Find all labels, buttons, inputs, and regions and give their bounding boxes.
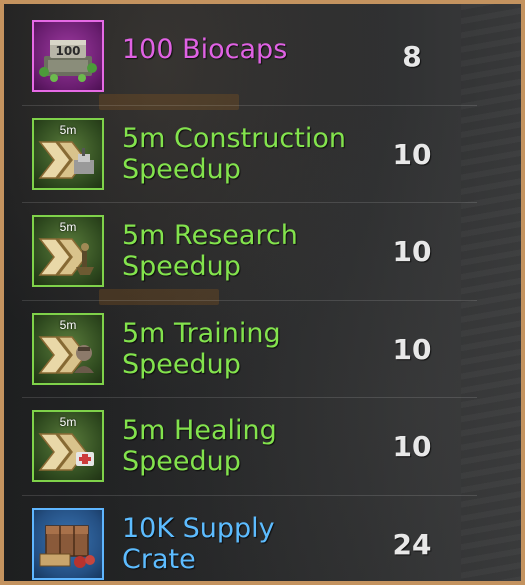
reward-quantity: 10 bbox=[392, 332, 432, 366]
reward-name-line2: Speedup bbox=[122, 446, 241, 477]
icon-label: 5m bbox=[59, 415, 77, 429]
construction-speedup-icon: 5m bbox=[32, 117, 104, 190]
icon-label: 5m bbox=[59, 220, 77, 234]
reward-list: 100 100 Biocaps 8 5m 5m Construction Spe… bbox=[22, 8, 477, 582]
reward-name: 5m Training Speedup bbox=[122, 318, 281, 380]
reward-quantity: 10 bbox=[392, 137, 432, 171]
reward-name-line1: 10K Supply bbox=[122, 512, 275, 544]
reward-name: 100 Biocaps bbox=[122, 34, 288, 65]
reward-quantity: 10 bbox=[392, 235, 432, 268]
reward-name-line1: 5m Construction bbox=[122, 122, 346, 154]
reward-row-training-speedup: 5m 5m Training Speedup 10 bbox=[22, 301, 477, 398]
icon-label: 5m bbox=[59, 122, 77, 137]
reward-quantity: 10 bbox=[392, 430, 432, 463]
reward-row-construction-speedup: 5m 5m Construction Speedup 10 bbox=[22, 106, 477, 203]
training-speedup-icon: 5m bbox=[32, 312, 104, 385]
reward-row-healing-speedup: 5m 5m Healing Speedup 10 bbox=[22, 398, 477, 496]
reward-name-line1: 5m Healing bbox=[122, 415, 277, 446]
reward-row-supply-crate: 10K Supply Crate 24 bbox=[22, 496, 477, 582]
reward-quantity: 24 bbox=[392, 527, 432, 561]
reward-row-research-speedup: 5m 5m Research Speedup 10 bbox=[22, 203, 477, 301]
icon-label: 100 bbox=[55, 44, 80, 58]
reward-name-line1: 5m Training bbox=[122, 317, 281, 349]
reward-name-line2: Speedup bbox=[122, 251, 241, 282]
reward-name: 5m Construction Speedup bbox=[122, 123, 346, 185]
reward-name-line2: Crate bbox=[122, 543, 196, 575]
biocaps-crate-icon: 100 bbox=[32, 20, 104, 92]
reward-name-line2: Speedup bbox=[122, 153, 241, 185]
reward-name-line2: Speedup bbox=[122, 348, 241, 380]
reward-row-biocaps: 100 100 Biocaps 8 bbox=[22, 8, 477, 106]
reward-quantity: 8 bbox=[402, 40, 422, 73]
research-speedup-icon: 5m bbox=[32, 215, 104, 287]
reward-name: 5m Healing Speedup bbox=[122, 415, 277, 477]
supply-crate-icon bbox=[32, 507, 104, 580]
reward-name: 10K Supply Crate bbox=[122, 513, 275, 575]
healing-speedup-icon: 5m bbox=[32, 410, 104, 482]
rewards-panel: 100 100 Biocaps 8 5m 5m Construction Spe… bbox=[0, 0, 525, 585]
icon-label: 5m bbox=[59, 317, 77, 332]
reward-name-line1: 5m Research bbox=[122, 220, 298, 251]
reward-name: 5m Research Speedup bbox=[122, 220, 298, 282]
